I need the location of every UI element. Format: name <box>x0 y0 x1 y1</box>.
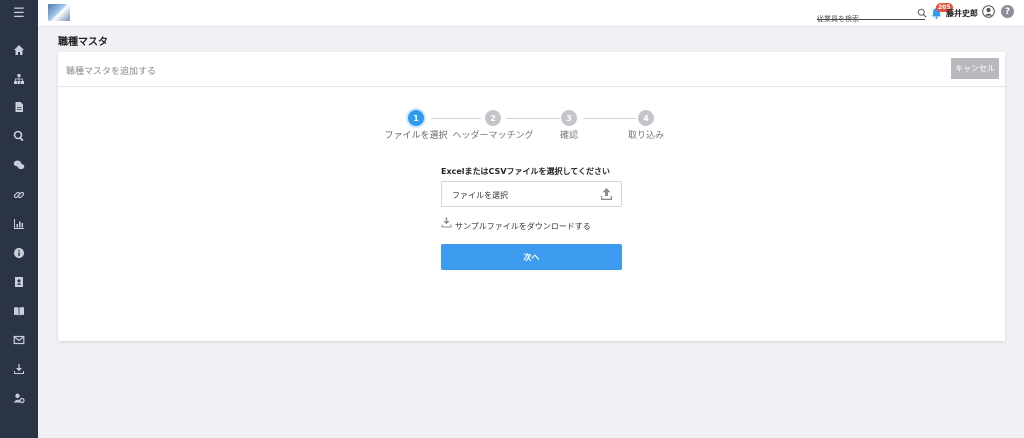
org-chart-icon <box>14 74 24 84</box>
sidebar-item-info[interactable] <box>0 242 38 264</box>
file-select-placeholder: ファイルを選択 <box>452 191 508 200</box>
sidebar-item-user-settings[interactable] <box>0 387 38 409</box>
employee-search[interactable] <box>817 6 925 26</box>
card-header: 職種マスタを追加する キャンセル <box>58 52 1005 87</box>
sidebar-item-mail[interactable] <box>0 329 38 351</box>
file-select-label: ExcelまたはCSVファイルを選択してください <box>441 167 611 176</box>
sidebar-item-organization[interactable] <box>0 68 38 90</box>
sidebar-item-download[interactable] <box>0 358 38 380</box>
document-icon <box>15 102 23 112</box>
company-logo[interactable] <box>48 4 70 21</box>
sidebar-item-chart[interactable] <box>0 213 38 235</box>
user-avatar-icon[interactable] <box>982 5 995 18</box>
sample-download-link[interactable]: サンプルファイルをダウンロードする <box>455 221 591 232</box>
step-2-indicator: 2 <box>485 110 501 126</box>
step-3-label: 確認 <box>559 131 579 141</box>
step-connector <box>431 118 481 119</box>
step-3-indicator: 3 <box>561 110 577 126</box>
username[interactable]: 藤井史郎 <box>946 8 978 19</box>
card-title: 職種マスタを追加する <box>66 67 157 77</box>
hamburger-icon[interactable]: ☰ <box>0 0 38 27</box>
step-1-indicator: 1 <box>408 110 424 126</box>
search-icon <box>13 130 24 142</box>
contact-book-icon <box>15 277 23 287</box>
sidebar: ☰ <box>0 0 38 438</box>
sidebar-item-documents[interactable] <box>0 96 38 118</box>
book-icon <box>14 307 24 316</box>
download-icon[interactable] <box>441 217 452 228</box>
cancel-button[interactable]: キャンセル <box>951 58 999 79</box>
sidebar-item-contacts[interactable] <box>0 271 38 293</box>
sidebar-item-chat[interactable] <box>0 154 38 176</box>
step-connector <box>583 118 636 119</box>
user-settings-icon <box>13 393 25 404</box>
file-select-input[interactable]: ファイルを選択 <box>441 181 622 207</box>
step-2-label: ヘッダーマッチング <box>452 131 534 141</box>
step-1-label: ファイルを選択 <box>384 131 448 141</box>
download-icon <box>14 364 24 374</box>
link-icon <box>13 191 25 199</box>
step-4-indicator: 4 <box>638 110 654 126</box>
upload-icon[interactable] <box>600 187 613 201</box>
next-button[interactable]: 次へ <box>441 244 622 270</box>
search-input[interactable] <box>817 12 925 26</box>
search-icon[interactable] <box>917 8 927 18</box>
page-title: 職種マスタ <box>58 37 108 48</box>
sidebar-item-link[interactable] <box>0 184 38 206</box>
step-4-label: 取り込み <box>627 131 665 141</box>
sidebar-item-home[interactable] <box>0 39 38 61</box>
mail-icon <box>13 335 25 345</box>
sidebar-item-manual[interactable] <box>0 300 38 322</box>
help-icon[interactable]: ? <box>1001 5 1014 18</box>
info-icon <box>14 248 25 258</box>
top-bar: 205 藤井史郎 ? <box>38 0 1024 27</box>
chat-icon <box>13 160 25 170</box>
home-icon <box>14 45 24 55</box>
sidebar-item-search[interactable] <box>0 125 38 147</box>
step-connector <box>506 118 560 119</box>
chart-icon <box>14 219 24 229</box>
